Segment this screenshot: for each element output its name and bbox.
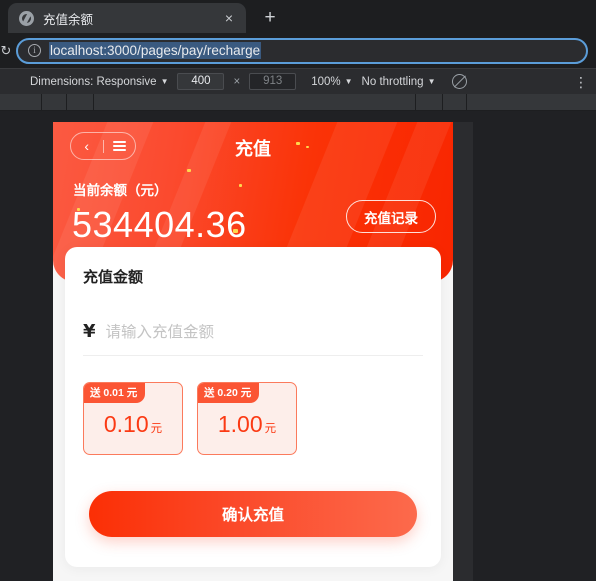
ruler-tick xyxy=(0,94,42,110)
device-stage: ‹ 充值 当前余额（元） 534404.36 充值记录 充值金额 ¥ 请输入充值… xyxy=(0,111,596,581)
preset-amount-option[interactable]: 送 0.20 元 1.00 元 xyxy=(197,382,297,455)
chevron-down-icon: ▼ xyxy=(427,77,436,86)
address-bar[interactable]: i localhost:3000/pages/pay/recharge xyxy=(16,37,588,64)
viewport-height-input[interactable]: 913 xyxy=(249,73,297,90)
zoom-select[interactable]: 100% ▼ xyxy=(311,76,352,88)
preset-amount-body: 0.10 元 xyxy=(104,411,162,438)
tab-strip: 充值余额 × + xyxy=(0,0,596,33)
ruler-tick xyxy=(67,94,94,110)
url-text[interactable]: localhost:3000/pages/pay/recharge xyxy=(49,42,262,59)
viewport-resize-handle[interactable] xyxy=(453,122,473,581)
chevron-down-icon: ▼ xyxy=(344,77,353,86)
confirm-recharge-button[interactable]: 确认充值 xyxy=(89,491,417,537)
bonus-badge: 送 0.01 元 xyxy=(84,383,146,403)
tab-title: 充值余额 xyxy=(43,12,94,27)
balance-value: 534404.36 xyxy=(72,204,247,245)
page-title: 充值 xyxy=(235,139,271,159)
ruler-tick xyxy=(416,94,443,110)
preset-amount-body: 1.00 元 xyxy=(218,411,276,438)
browser-window: 充值余额 × + ↻ i localhost:3000/pages/pay/re… xyxy=(0,0,596,581)
browser-tab[interactable]: 充值余额 × xyxy=(8,3,246,33)
zoom-label: 100% xyxy=(311,75,341,88)
ruler-tick xyxy=(467,94,596,110)
new-tab-button[interactable]: + xyxy=(256,4,284,32)
ruler-tick xyxy=(94,94,416,110)
preset-amount-unit: 元 xyxy=(264,423,277,435)
viewport-width-input[interactable]: 400 xyxy=(177,73,225,90)
amount-input[interactable]: 请输入充值金额 xyxy=(106,320,215,342)
device-toolbar: Dimensions: Responsive ▼ 400 × 913 100% … xyxy=(0,68,596,94)
ruler-tick xyxy=(42,94,67,110)
bonus-badge: 送 0.20 元 xyxy=(198,383,260,403)
card-title: 充值金额 xyxy=(83,269,144,286)
amount-input-row[interactable]: ¥ 请输入充值金额 xyxy=(83,320,423,356)
no-throttling-icon[interactable] xyxy=(452,74,468,89)
address-bar-row: ↻ i localhost:3000/pages/pay/recharge xyxy=(0,33,596,68)
preset-amount-value: 0.10 xyxy=(103,411,149,437)
ruler-tick xyxy=(443,94,467,110)
dimensions-label: Dimensions: Responsive xyxy=(30,75,157,88)
reload-icon[interactable]: ↻ xyxy=(0,43,16,59)
more-options-icon[interactable]: ⋮ xyxy=(574,75,588,89)
balance-label: 当前余额（元） xyxy=(73,183,168,198)
throttling-label: No throttling xyxy=(361,75,424,88)
device-viewport: ‹ 充值 当前余额（元） 534404.36 充值记录 充值金额 ¥ 请输入充值… xyxy=(53,122,453,581)
recharge-record-button[interactable]: 充值记录 xyxy=(346,200,436,233)
decor-dot xyxy=(239,184,242,187)
recharge-amount-card: 充值金额 ¥ 请输入充值金额 送 0.01 元 0.10 元 送 0.20 元 … xyxy=(65,247,441,567)
close-icon[interactable]: × xyxy=(220,9,238,27)
preset-amount-option[interactable]: 送 0.01 元 0.10 元 xyxy=(83,382,183,455)
preset-amount-value: 1.00 xyxy=(217,411,263,437)
currency-icon: ¥ xyxy=(83,320,96,342)
dimensions-select[interactable]: Dimensions: Responsive ▼ xyxy=(30,76,168,88)
preset-amount-unit: 元 xyxy=(150,423,163,435)
viewport-ruler xyxy=(0,94,596,111)
dimension-separator: × xyxy=(233,75,241,88)
decor-dot xyxy=(187,169,191,172)
globe-icon xyxy=(19,10,34,26)
preset-amount-list: 送 0.01 元 0.10 元 送 0.20 元 1.00 元 xyxy=(83,382,423,455)
mobile-page: ‹ 充值 当前余额（元） 534404.36 充值记录 充值金额 ¥ 请输入充值… xyxy=(53,122,453,581)
site-info-icon[interactable]: i xyxy=(28,44,41,57)
throttling-select[interactable]: No throttling ▼ xyxy=(362,76,436,88)
chevron-down-icon: ▼ xyxy=(160,77,169,86)
